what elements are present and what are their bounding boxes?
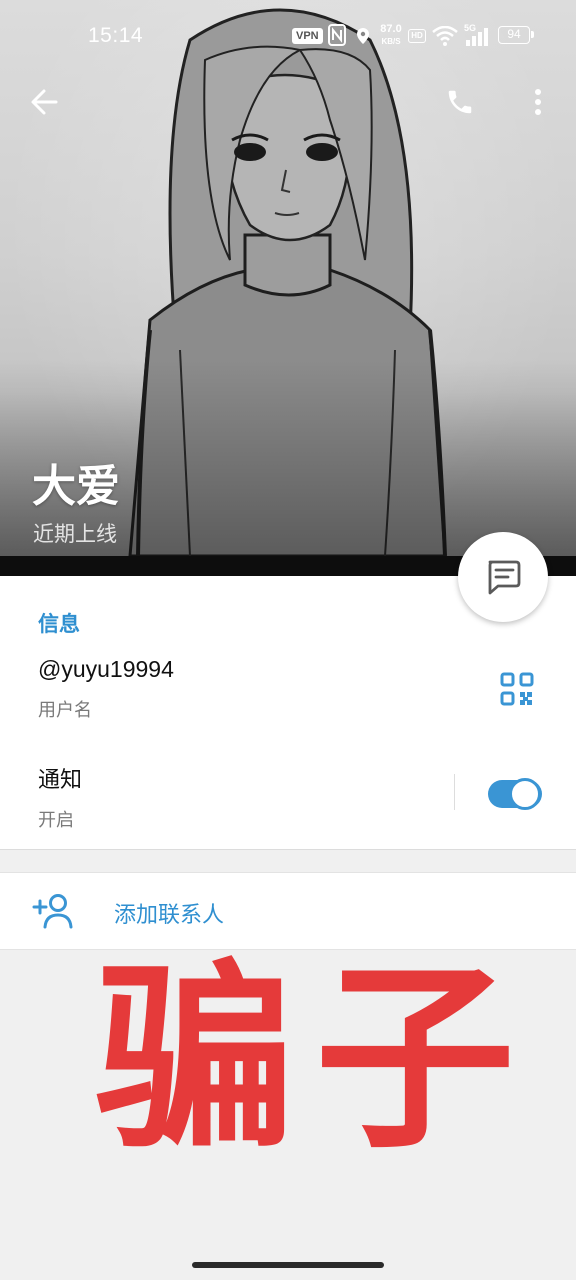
- add-user-icon: [32, 894, 73, 929]
- info-section-title: 信息: [38, 612, 80, 636]
- arrow-left-icon: [31, 89, 58, 115]
- network-speed: 87.0 KB/S: [380, 23, 402, 47]
- vpn-badge: VPN: [292, 28, 323, 44]
- back-button[interactable]: [20, 78, 68, 126]
- battery-indicator: 94: [498, 26, 534, 44]
- more-vertical-icon: [535, 89, 541, 115]
- username-caption: 用户名: [38, 700, 92, 721]
- profile-name: 大爱: [32, 461, 120, 512]
- add-contact-row[interactable]: 添加联系人: [0, 872, 576, 950]
- profile-last-seen: 近期上线: [33, 522, 117, 546]
- signal-icon: [466, 28, 488, 46]
- wifi-icon: [432, 26, 458, 46]
- scam-warning-text: 骗子: [94, 943, 535, 1176]
- more-options-button[interactable]: [514, 78, 562, 126]
- call-button[interactable]: [436, 78, 484, 126]
- divider: [454, 774, 455, 810]
- nfc-icon: [328, 24, 346, 46]
- send-message-button[interactable]: [458, 532, 548, 622]
- notifications-toggle[interactable]: [488, 778, 542, 810]
- hd-badge: HD: [408, 29, 426, 43]
- toggle-knob: [509, 778, 541, 810]
- status-bar: 15:14 VPN 87.0 KB/S HD 5G 94: [0, 20, 576, 54]
- notifications-caption: 开启: [38, 810, 74, 831]
- status-time: 15:14: [88, 24, 144, 47]
- phone-icon: [448, 90, 472, 114]
- home-indicator[interactable]: [192, 1262, 384, 1268]
- username-value[interactable]: @yuyu19994: [38, 656, 174, 683]
- qr-code-icon[interactable]: [500, 672, 534, 706]
- add-contact-label: 添加联系人: [114, 903, 225, 928]
- location-icon: [357, 28, 369, 44]
- notifications-label: 通知: [38, 768, 83, 793]
- message-icon: [488, 560, 521, 595]
